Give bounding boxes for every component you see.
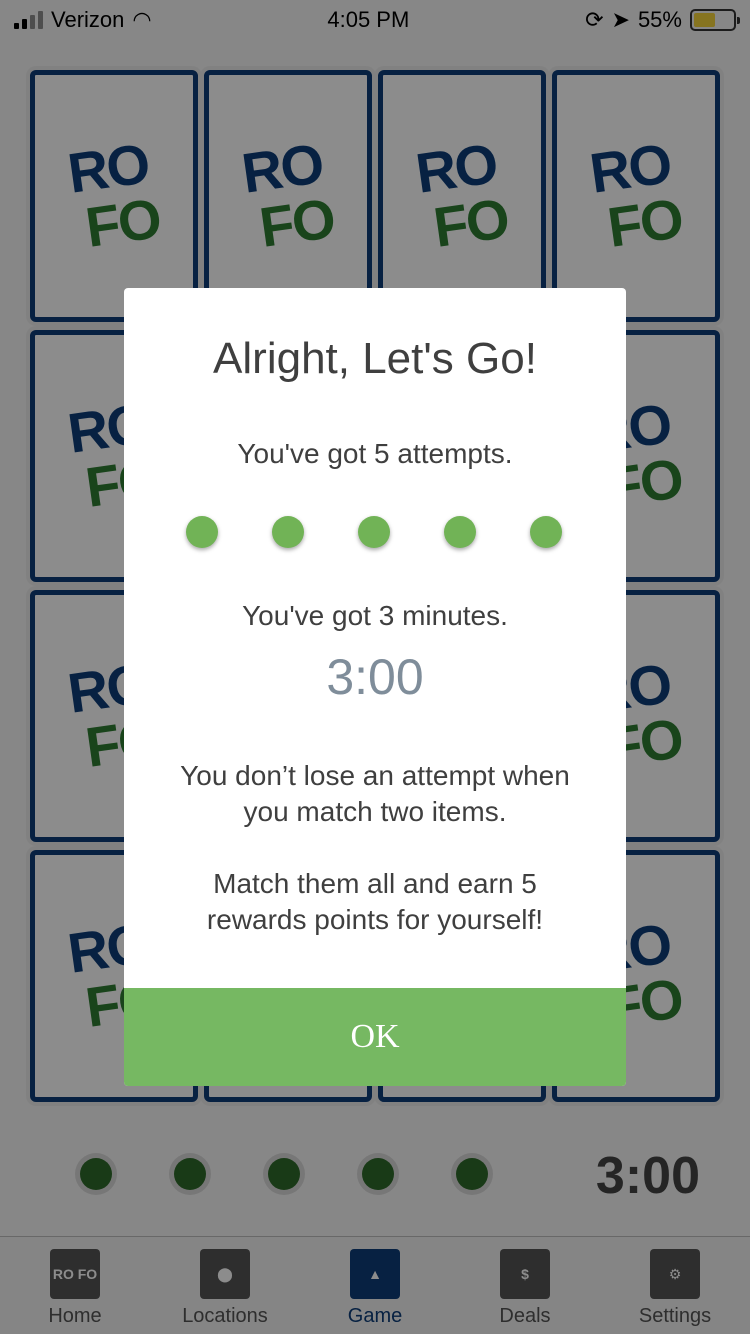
dialog-title: Alright, Let's Go!	[213, 334, 537, 383]
instructions-dialog: Alright, Let's Go! You've got 5 attempts…	[124, 288, 626, 1086]
rule-text-attempts: You don’t lose an attempt when you match…	[180, 760, 570, 827]
ok-button[interactable]: OK	[124, 988, 626, 1086]
minutes-text: You've got 3 minutes.	[242, 600, 508, 631]
attempt-dot	[358, 516, 390, 548]
attempts-text: You've got 5 attempts.	[237, 438, 513, 469]
attempt-dot	[444, 516, 476, 548]
attempts-dots	[186, 516, 562, 548]
attempt-dot	[272, 516, 304, 548]
attempt-dot	[530, 516, 562, 548]
attempt-dot	[186, 516, 218, 548]
rule-text-reward: Match them all and earn 5 rewards points…	[206, 868, 544, 935]
dialog-timer: 3:00	[326, 649, 424, 705]
